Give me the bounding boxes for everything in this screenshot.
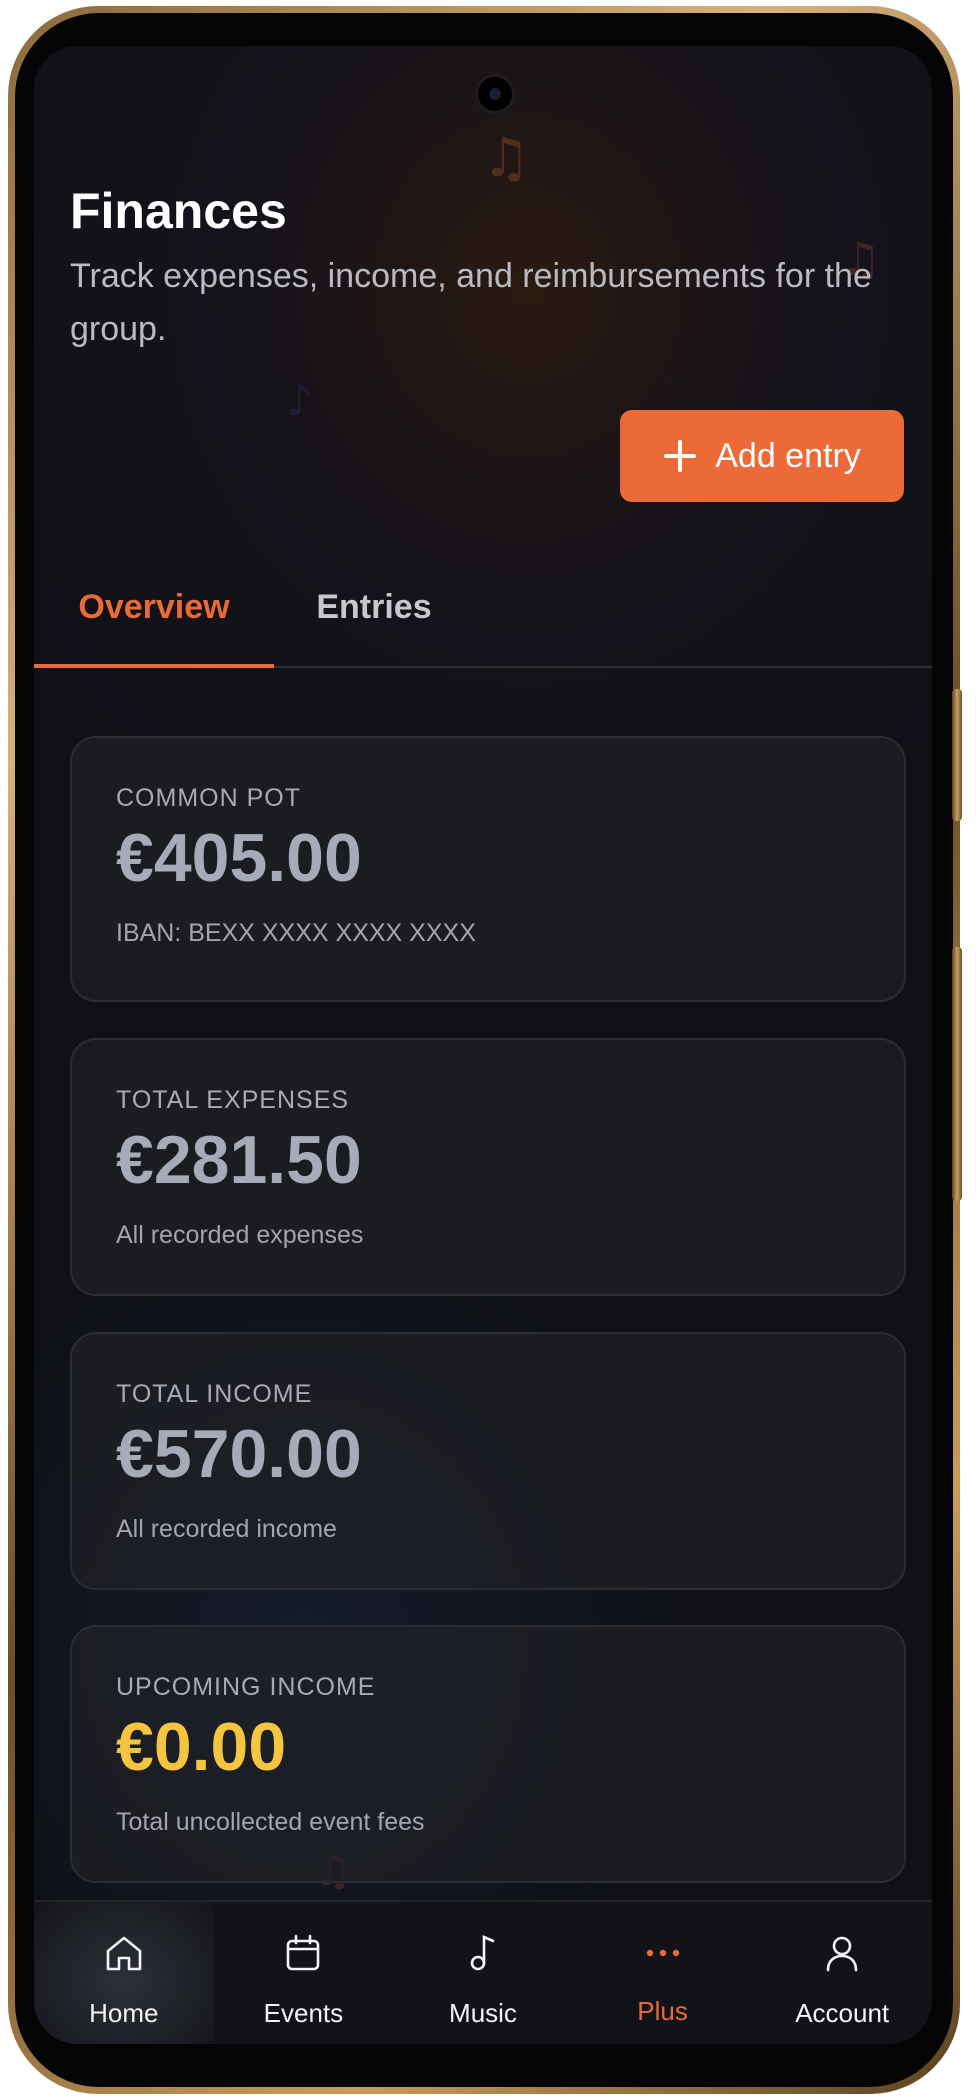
card-value: €0.00 (116, 1709, 287, 1785)
page-subtitle: Track expenses, income, and reimbursemen… (70, 257, 872, 348)
card-note: All recorded income (116, 1515, 337, 1543)
volume-button (952, 689, 962, 821)
nav-account[interactable]: Account (752, 1902, 932, 2044)
active-tab-indicator (34, 664, 274, 668)
card-label: UPCOMING INCOME (116, 1673, 376, 1701)
card-value: €570.00 (116, 1416, 362, 1492)
card-note: Total uncollected event fees (116, 1808, 425, 1836)
nav-label: Home (89, 1998, 159, 2028)
upcoming-income-card: UPCOMING INCOME €0.00 Total uncollected … (70, 1625, 906, 1883)
nav-home[interactable]: Home (34, 1902, 214, 2044)
plus-icon (664, 440, 697, 472)
more-dots-icon (646, 1949, 679, 1957)
music-note-decoration-icon: ♪ (286, 376, 313, 425)
card-value: €405.00 (116, 820, 362, 896)
total-income-card: TOTAL INCOME €570.00 All recorded income (70, 1332, 906, 1590)
card-label: TOTAL EXPENSES (116, 1086, 350, 1114)
tab-overview[interactable]: Overview (34, 546, 274, 668)
add-entry-button[interactable]: Add entry (620, 410, 904, 502)
total-expenses-card: TOTAL EXPENSES €281.50 All recorded expe… (70, 1038, 906, 1296)
nav-label: Events (263, 1998, 344, 2028)
front-camera (475, 74, 515, 114)
card-note: IBAN: BEXX XXXX XXXX XXXX (116, 919, 476, 947)
card-label: TOTAL INCOME (116, 1380, 313, 1408)
nav-label: Music (449, 1998, 517, 2028)
add-entry-label: Add entry (715, 436, 861, 475)
common-pot-card: COMMON POT €405.00 IBAN: BEXX XXXX XXXX … (70, 736, 906, 1002)
music-note-decoration-icon: ♫ (482, 126, 531, 189)
nav-label: Plus (637, 1996, 688, 2026)
calendar-icon (287, 1934, 320, 1971)
power-button (952, 947, 962, 1201)
card-value: €281.50 (116, 1122, 362, 1198)
user-icon (826, 1936, 858, 1972)
nav-music[interactable]: Music (393, 1902, 573, 2044)
page-title: Finances (70, 183, 287, 239)
card-note: All recorded expenses (116, 1221, 364, 1249)
phone-frame: ♫ ♫ ♪ ♫ Finances Track expenses, income,… (8, 6, 962, 2094)
tab-entries[interactable]: Entries (274, 546, 474, 668)
tab-bar: Overview Entries (34, 546, 932, 668)
home-icon (106, 1936, 142, 1971)
app-screen: ♫ ♫ ♪ ♫ Finances Track expenses, income,… (34, 46, 932, 2044)
card-label: COMMON POT (116, 784, 301, 812)
nav-label: Account (795, 1998, 890, 2028)
nav-plus[interactable]: Plus (573, 1902, 753, 2044)
music-note-icon (470, 1934, 495, 1971)
bottom-nav: Home Events Music Plus Account (34, 1900, 932, 2044)
nav-events[interactable]: Events (214, 1902, 394, 2044)
